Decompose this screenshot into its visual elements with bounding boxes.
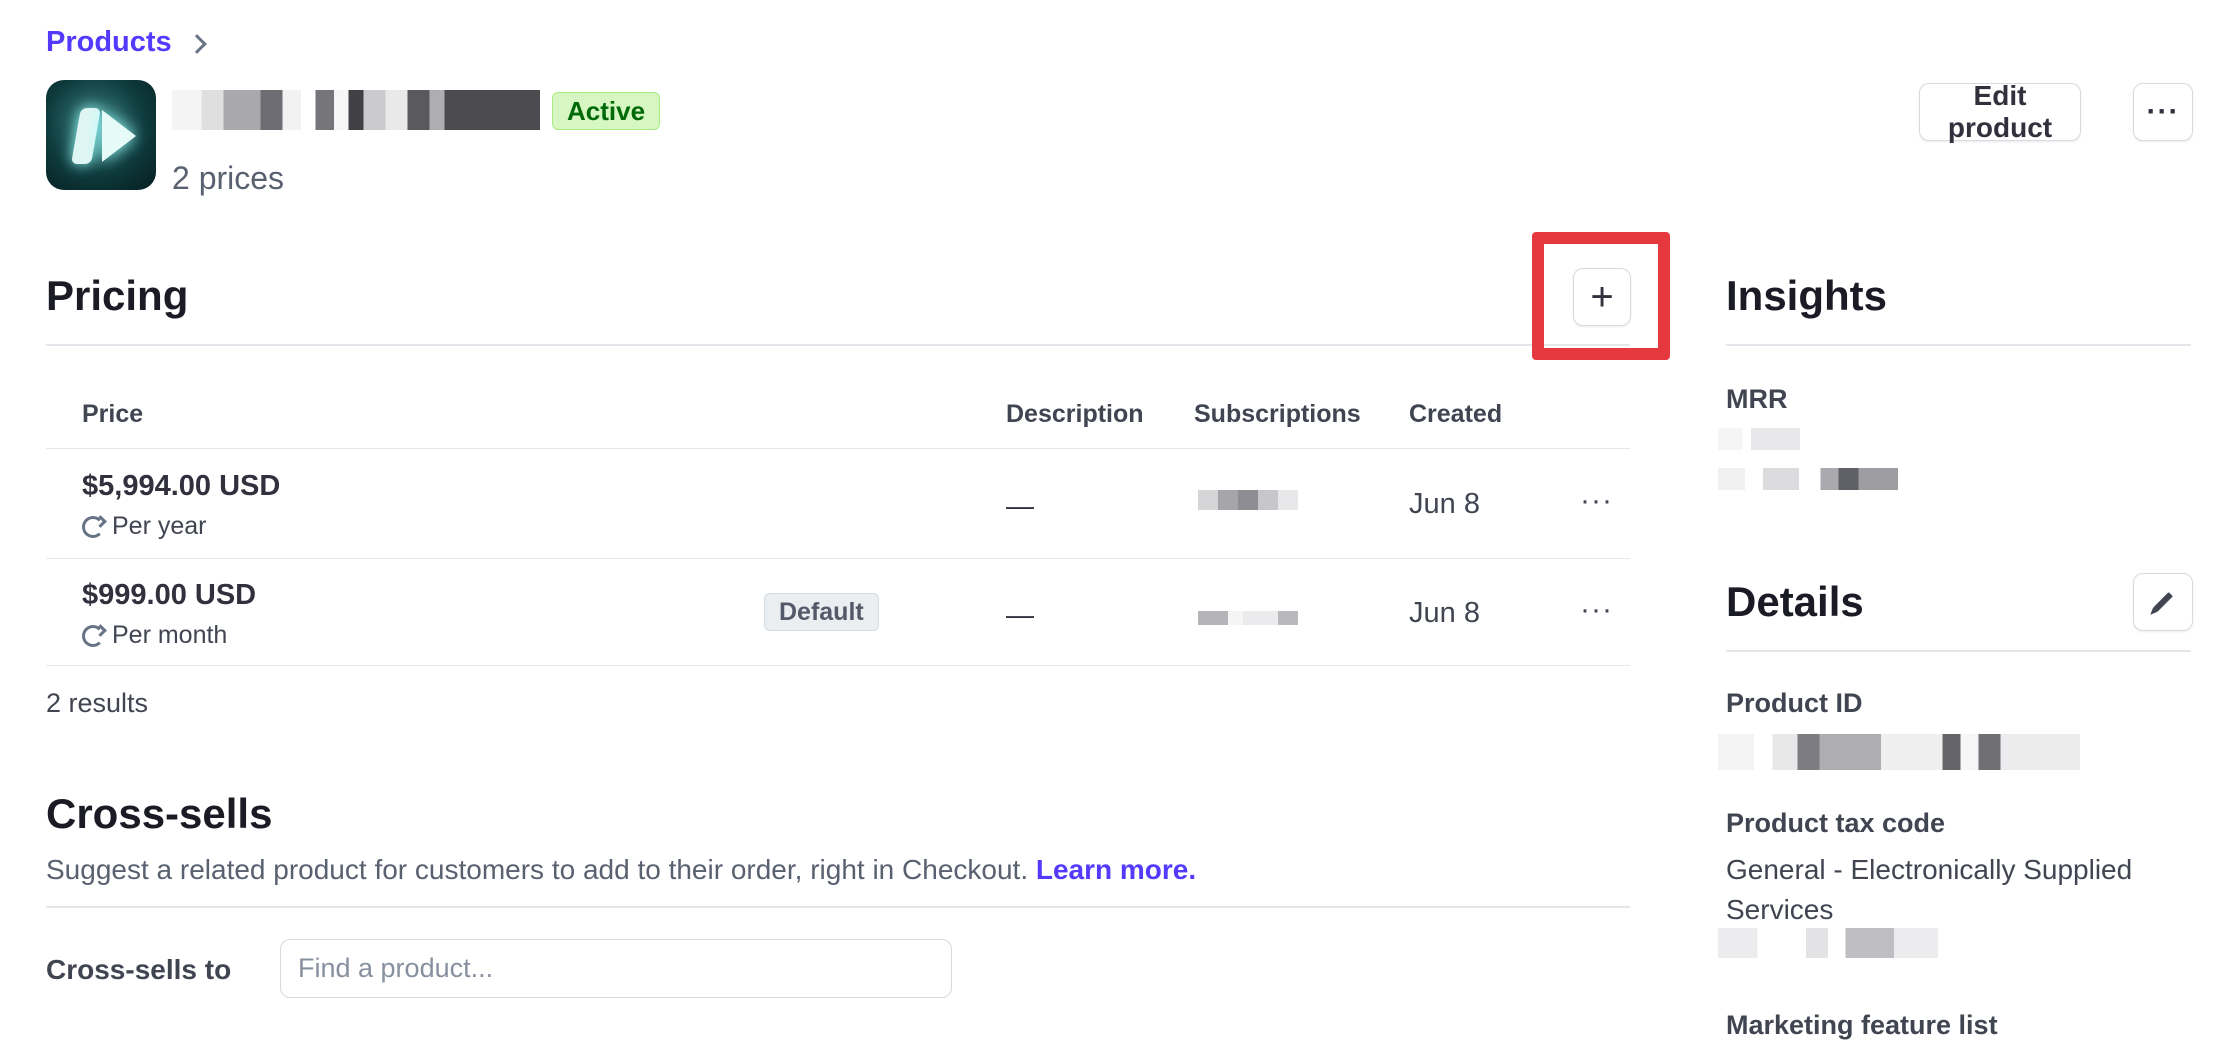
breadcrumb: Products [46, 26, 207, 59]
mrr-label: MRR [1726, 384, 1788, 414]
divider [46, 665, 1630, 666]
divider [46, 906, 1630, 908]
mrr-detail-redacted [1718, 468, 1898, 490]
price-description: — [1006, 490, 1034, 521]
table-row[interactable]: $999.00 USD Per month Default — Jun 8 ··… [0, 559, 1630, 666]
column-header-description[interactable]: Description [1006, 400, 1144, 429]
tax-code-redacted [1718, 928, 1938, 958]
find-product-input[interactable] [280, 939, 952, 998]
price-created: Jun 8 [1409, 597, 1480, 629]
tax-code-value: General - Electronically Supplied Servic… [1726, 854, 2133, 925]
add-price-button[interactable]: + [1573, 268, 1631, 326]
more-actions-button[interactable]: ··· [2133, 83, 2193, 141]
cross-sells-text: Suggest a related product for customers … [46, 854, 1029, 885]
edit-details-button[interactable] [2133, 573, 2193, 631]
product-id-redacted [1718, 734, 2080, 770]
recurring-icon [82, 515, 104, 538]
pencil-icon [2153, 592, 2173, 612]
details-title: Details [1726, 578, 1864, 625]
marketing-feature-list-label: Marketing feature list [1726, 1010, 1998, 1040]
product-id-label: Product ID [1726, 688, 1863, 718]
results-count: 2 results [46, 688, 149, 718]
table-row[interactable]: $5,994.00 USD Per year — Jun 8 ··· [0, 450, 1630, 558]
divider [1726, 650, 2191, 652]
cross-sells-description: Suggest a related product for customers … [46, 854, 1196, 886]
column-header-price[interactable]: Price [82, 400, 143, 429]
subscriptions-redacted [1198, 490, 1298, 510]
interval-label: Per year [112, 512, 207, 540]
divider [1726, 344, 2191, 346]
insights-title: Insights [1726, 272, 1888, 319]
pricing-title: Pricing [46, 272, 189, 319]
price-interval: Per year [82, 512, 206, 541]
row-more-button[interactable]: ··· [1580, 593, 1613, 627]
product-name-redacted [172, 90, 540, 130]
price-description: — [1006, 599, 1034, 630]
column-header-created[interactable]: Created [1409, 400, 1502, 429]
price-interval: Per month [82, 621, 227, 650]
divider [46, 448, 1630, 449]
divider [46, 344, 1630, 346]
learn-more-link[interactable]: Learn more. [1036, 854, 1196, 885]
status-badge: Active [552, 92, 661, 130]
cross-sells-label: Cross-sells to [46, 954, 232, 985]
price-created: Jun 8 [1409, 488, 1480, 520]
recurring-icon [82, 624, 104, 647]
chevron-right-icon [186, 33, 207, 54]
breadcrumb-products-link[interactable]: Products [46, 26, 172, 59]
mrr-value-redacted [1718, 428, 1800, 450]
price-amount: $5,994.00 USD [82, 470, 281, 502]
default-badge: Default [764, 593, 879, 631]
price-amount: $999.00 USD [82, 579, 257, 611]
tax-code-label: Product tax code [1726, 808, 1946, 838]
interval-label: Per month [112, 621, 228, 649]
subscriptions-redacted [1198, 611, 1298, 625]
product-image [46, 80, 156, 190]
cross-sells-title: Cross-sells [46, 790, 273, 837]
prices-count: 2 prices [172, 160, 285, 196]
column-header-subscriptions[interactable]: Subscriptions [1194, 400, 1361, 429]
edit-product-button[interactable]: Edit product [1919, 80, 2081, 143]
row-more-button[interactable]: ··· [1580, 484, 1613, 518]
